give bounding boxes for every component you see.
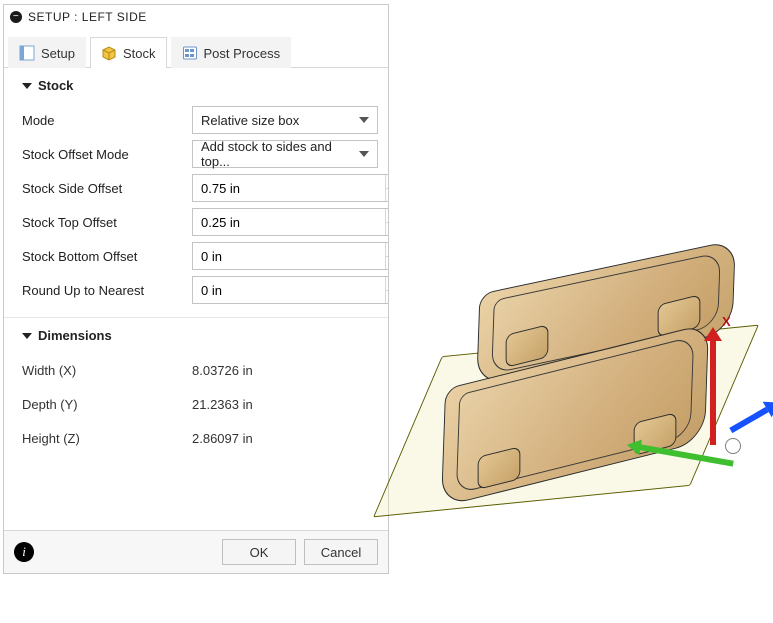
offset-mode-value: Add stock to sides and top...: [201, 139, 359, 169]
mode-value: Relative size box: [201, 113, 299, 128]
width-label: Width (X): [22, 363, 192, 378]
side-offset-label: Stock Side Offset: [22, 181, 192, 196]
tab-label: Setup: [41, 46, 75, 61]
step-down-button[interactable]: [386, 223, 388, 236]
axis-z-icon: [729, 407, 768, 433]
panel-body: Stock Mode Relative size box Stock Offse…: [4, 68, 388, 530]
bottom-offset-input[interactable]: [193, 243, 385, 269]
section-stock: Mode Relative size box Stock Offset Mode…: [4, 101, 388, 317]
setup-icon: [19, 45, 35, 61]
bottom-offset-label: Stock Bottom Offset: [22, 249, 192, 264]
stock-icon: [101, 45, 117, 61]
height-label: Height (Z): [22, 431, 192, 446]
offset-mode-label: Stock Offset Mode: [22, 147, 192, 162]
section-dimensions-header[interactable]: Dimensions: [4, 318, 388, 351]
side-offset-input[interactable]: [193, 175, 385, 201]
ok-button[interactable]: OK: [222, 539, 296, 565]
tab-label: Stock: [123, 46, 156, 61]
chevron-down-icon: [22, 83, 32, 89]
panel-title: SETUP : LEFT SIDE: [28, 10, 147, 24]
section-title: Dimensions: [38, 328, 112, 343]
tabs: Setup Stock Post Process: [4, 29, 388, 68]
model-viewport[interactable]: X Z: [395, 0, 773, 623]
step-down-button[interactable]: [386, 189, 388, 202]
chevron-down-icon: [359, 151, 369, 157]
section-stock-header[interactable]: Stock: [4, 68, 388, 101]
section-dimensions: Width (X) 8.03726 in Depth (Y) 21.2363 i…: [4, 351, 388, 465]
mode-select[interactable]: Relative size box: [192, 106, 378, 134]
tab-stock[interactable]: Stock: [90, 37, 167, 68]
step-up-button[interactable]: [386, 243, 388, 257]
tab-label: Post Process: [204, 46, 281, 61]
offset-mode-select[interactable]: Add stock to sides and top...: [192, 140, 378, 168]
mode-label: Mode: [22, 113, 192, 128]
top-offset-input[interactable]: [193, 209, 385, 235]
tab-post-process[interactable]: Post Process: [171, 37, 292, 68]
step-down-button[interactable]: [386, 257, 388, 270]
round-up-input[interactable]: [193, 277, 385, 303]
collapse-icon[interactable]: −: [10, 11, 22, 23]
chevron-down-icon: [359, 117, 369, 123]
step-up-button[interactable]: [386, 175, 388, 189]
round-up-label: Round Up to Nearest: [22, 283, 192, 298]
panel-footer: i OK Cancel: [4, 530, 388, 573]
width-value: 8.03726 in: [192, 363, 378, 378]
step-up-button[interactable]: [386, 277, 388, 291]
top-offset-field[interactable]: [192, 208, 388, 236]
section-title: Stock: [38, 78, 73, 93]
info-icon[interactable]: i: [14, 542, 34, 562]
depth-value: 21.2363 in: [192, 397, 378, 412]
step-down-button[interactable]: [386, 291, 388, 304]
chevron-down-icon: [22, 333, 32, 339]
side-offset-field[interactable]: [192, 174, 388, 202]
cancel-button[interactable]: Cancel: [304, 539, 378, 565]
post-process-icon: [182, 45, 198, 61]
step-up-button[interactable]: [386, 209, 388, 223]
bottom-offset-field[interactable]: [192, 242, 388, 270]
tab-setup[interactable]: Setup: [8, 37, 86, 68]
round-up-field[interactable]: [192, 276, 388, 304]
height-value: 2.86097 in: [192, 431, 378, 446]
panel-titlebar: − SETUP : LEFT SIDE: [4, 5, 388, 29]
axis-origin: [725, 438, 741, 454]
setup-panel: − SETUP : LEFT SIDE Setup Stock Post Pro…: [3, 4, 389, 574]
top-offset-label: Stock Top Offset: [22, 215, 192, 230]
depth-label: Depth (Y): [22, 397, 192, 412]
